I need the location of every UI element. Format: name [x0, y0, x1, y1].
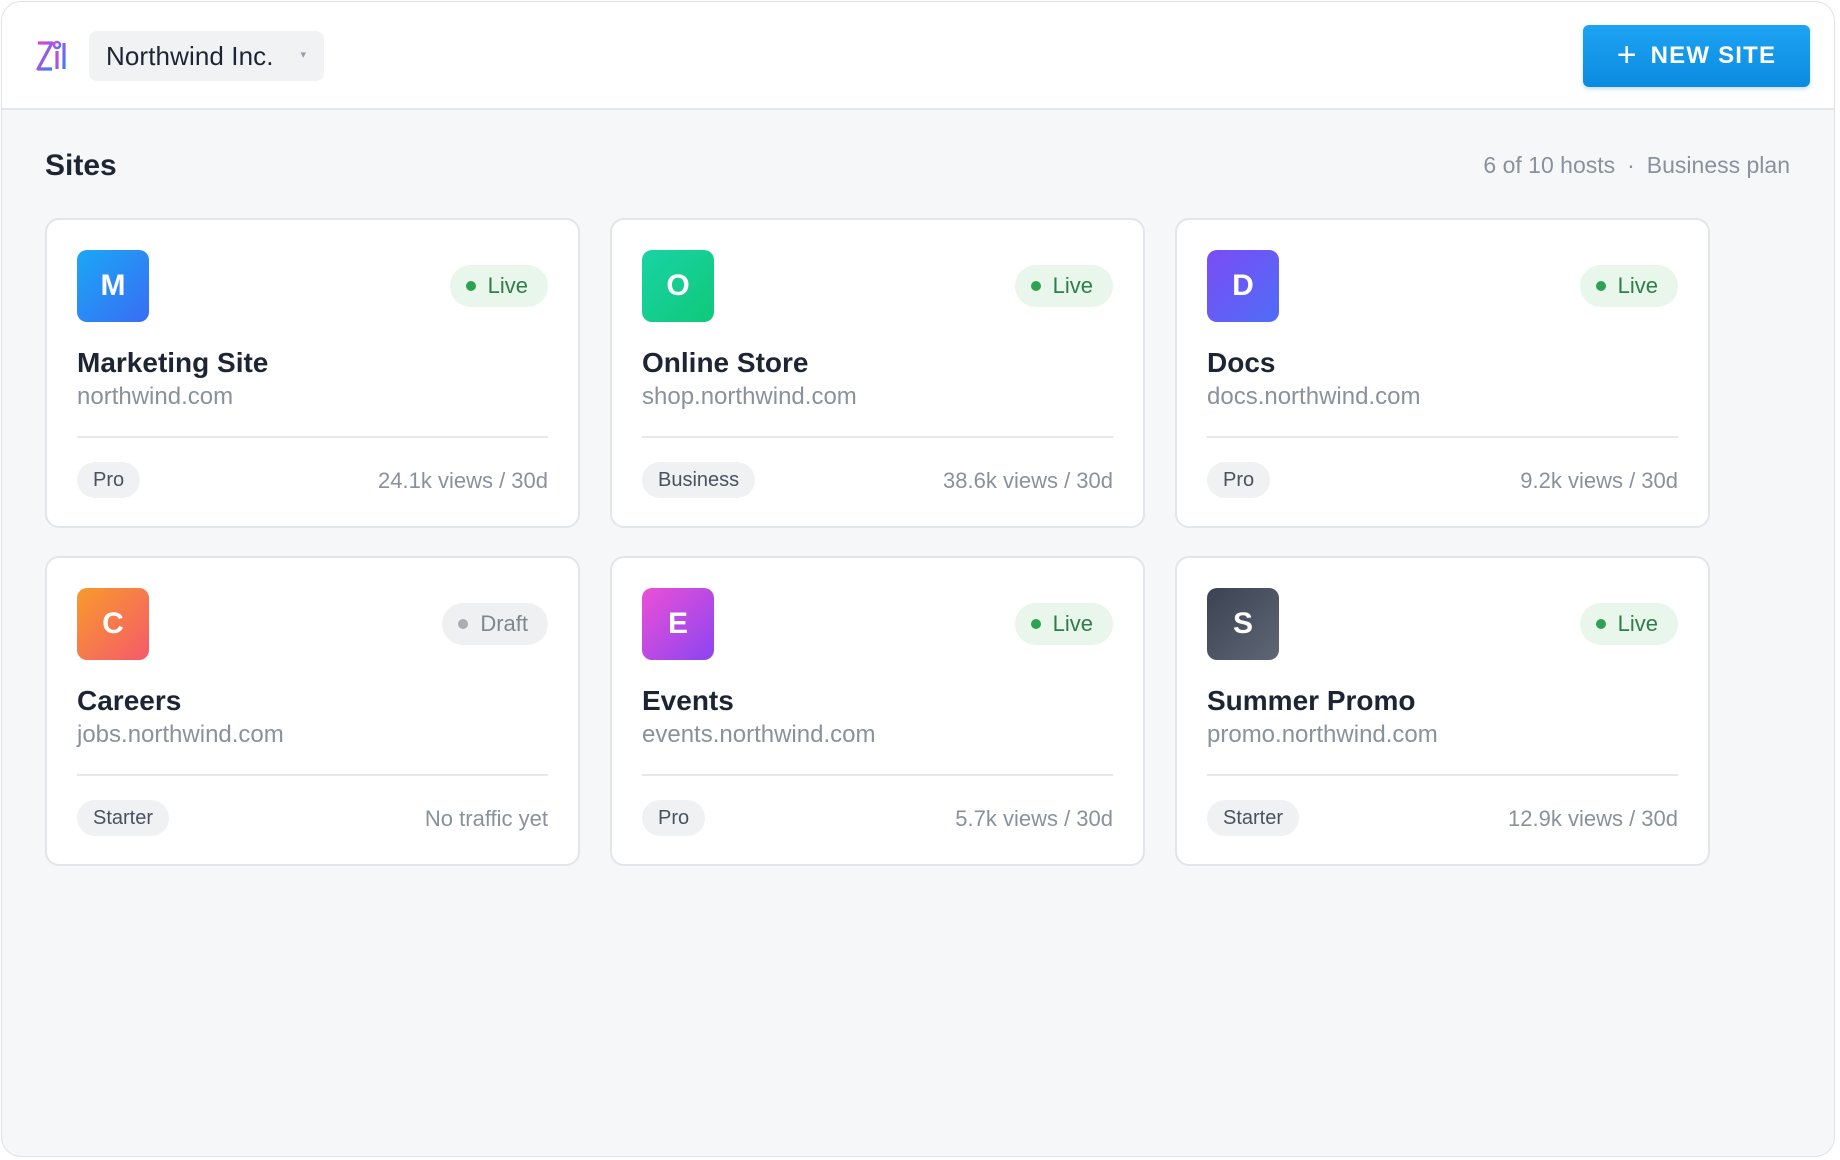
- status-label: Live: [1052, 611, 1093, 636]
- site-card[interactable]: M Live Marketing Site northwind.com Pro …: [45, 218, 580, 528]
- plan-usage: 6 of 10 hosts · Business plan: [1483, 152, 1790, 179]
- divider: [642, 436, 1113, 438]
- status-dot-icon: [1595, 619, 1606, 629]
- status-dot-icon: [465, 281, 476, 291]
- top-bar: Northwind Inc. ▾ + NEW SITE: [2, 2, 1834, 110]
- status-dot-icon: [1030, 281, 1041, 291]
- page-title: Sites: [45, 149, 117, 182]
- new-site-button[interactable]: + NEW SITE: [1583, 25, 1810, 87]
- site-card[interactable]: E Live Events events.northwind.com Pro 5…: [610, 556, 1145, 866]
- organization-selector[interactable]: Northwind Inc. ▾: [89, 31, 324, 81]
- host-quota: 6 of 10 hosts: [1483, 152, 1616, 178]
- status-label: Live: [1052, 273, 1093, 298]
- site-card[interactable]: O Live Online Store shop.northwind.com B…: [610, 218, 1145, 528]
- site-domain: promo.northwind.com: [1207, 721, 1438, 748]
- site-domain: docs.northwind.com: [1207, 383, 1421, 410]
- status-label: Live: [1617, 273, 1658, 298]
- site-views: 9.2k views / 30d: [1520, 468, 1678, 493]
- site-avatar: M: [77, 250, 149, 322]
- plan-badge: Starter: [1207, 800, 1300, 836]
- plan-badge: Pro: [77, 462, 141, 498]
- divider: [77, 774, 548, 776]
- site-views: No traffic yet: [424, 806, 548, 831]
- site-card[interactable]: D Live Docs docs.northwind.com Pro 9.2k …: [1175, 218, 1710, 528]
- status-badge: Live: [449, 265, 548, 307]
- site-card[interactable]: S Live Summer Promo promo.northwind.com …: [1175, 556, 1710, 866]
- plan-badge: Starter: [77, 800, 170, 836]
- chevron-down-icon: ▾: [300, 49, 306, 61]
- site-domain: events.northwind.com: [642, 721, 876, 748]
- site-avatar: O: [642, 250, 714, 322]
- site-name: Online Store: [642, 347, 809, 378]
- divider: [642, 774, 1113, 776]
- separator-dot: ·: [1627, 152, 1635, 178]
- organization-name: Northwind Inc.: [106, 40, 274, 71]
- divider: [1207, 436, 1678, 438]
- plan-badge: Pro: [642, 800, 706, 836]
- app-window: Northwind Inc. ▾ + NEW SITE Sites 6 of 1…: [1, 1, 1835, 1157]
- site-views: 5.7k views / 30d: [955, 806, 1113, 831]
- status-dot-icon: [458, 619, 469, 629]
- site-name: Careers: [77, 685, 182, 716]
- site-avatar: C: [77, 588, 149, 660]
- site-name: Marketing Site: [77, 347, 269, 378]
- site-domain: shop.northwind.com: [642, 383, 857, 410]
- plan-name: Business plan: [1646, 152, 1790, 178]
- plan-badge: Business: [642, 462, 756, 498]
- site-card[interactable]: C Draft Careers jobs.northwind.com Start…: [45, 556, 580, 866]
- new-site-label: NEW SITE: [1650, 42, 1777, 69]
- status-badge: Live: [1014, 603, 1113, 645]
- plus-icon: +: [1616, 35, 1637, 74]
- status-badge: Live: [1579, 603, 1678, 645]
- status-label: Draft: [480, 611, 528, 636]
- plan-badge: Pro: [1207, 462, 1271, 498]
- site-name: Events: [642, 685, 734, 716]
- site-name: Docs: [1207, 347, 1276, 378]
- site-avatar: S: [1207, 588, 1279, 660]
- brand-logo-icon: [36, 40, 68, 71]
- status-dot-icon: [1030, 619, 1041, 629]
- status-label: Live: [1617, 611, 1658, 636]
- site-avatar: E: [642, 588, 714, 660]
- divider: [1207, 774, 1678, 776]
- site-name: Summer Promo: [1207, 685, 1416, 716]
- status-badge: Live: [1579, 265, 1678, 307]
- divider: [77, 436, 548, 438]
- site-views: 38.6k views / 30d: [943, 468, 1113, 493]
- site-views: 24.1k views / 30d: [378, 468, 548, 493]
- status-badge: Draft: [442, 603, 548, 645]
- status-badge: Live: [1014, 265, 1113, 307]
- site-avatar: D: [1207, 250, 1279, 322]
- site-domain: northwind.com: [77, 383, 234, 410]
- site-domain: jobs.northwind.com: [77, 721, 284, 748]
- status-dot-icon: [1595, 281, 1606, 291]
- site-views: 12.9k views / 30d: [1508, 806, 1678, 831]
- status-label: Live: [487, 273, 528, 298]
